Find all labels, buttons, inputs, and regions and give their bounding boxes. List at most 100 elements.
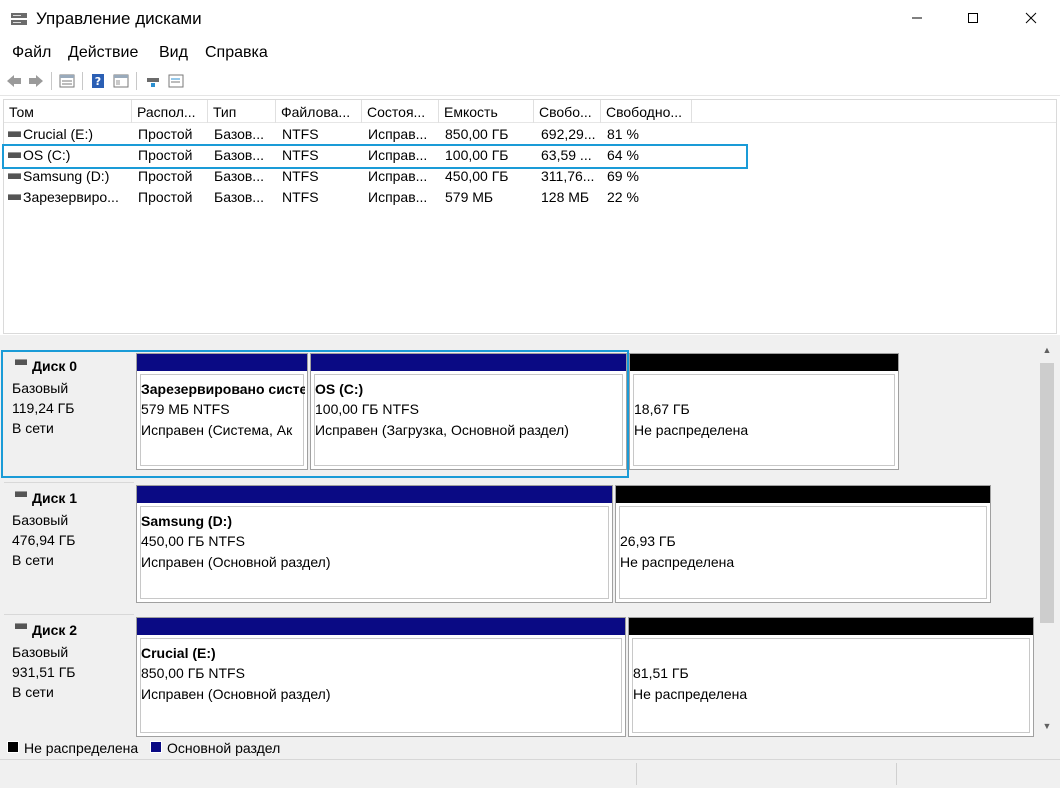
cell-type: Базов... [214,126,264,142]
cell-free-space: 311,76... [541,168,595,184]
partition-status: Не распределена [634,422,749,438]
cell-filesystem: NTFS [282,168,319,184]
disk-name: Диск 1 [32,490,78,506]
scroll-up-icon[interactable]: ▲ [1038,341,1056,359]
legend-swatch-primary [150,741,162,753]
window-title: Управление дисками [36,9,202,28]
disk-1-label[interactable]: Диск 1 Базовый 476,94 ГБ В сети [4,482,134,608]
cell-status: Исправ... [368,126,428,142]
disk-type: Базовый [12,644,69,660]
cell-free-space: 128 МБ [541,189,590,205]
forward-icon[interactable] [27,72,45,90]
table-row[interactable]: Samsung (D:) Простой Базов... NTFS Испра… [4,166,1056,187]
close-button[interactable] [1008,0,1054,36]
scroll-thumb[interactable] [1040,363,1054,623]
connect-icon[interactable] [144,72,162,90]
partition-size: 81,51 ГБ [633,665,689,681]
menu-file[interactable]: Файл [10,44,53,62]
status-bar [0,759,1060,788]
partition-unallocated-disk-0[interactable]: 18,67 ГБ Не распределена [629,353,899,470]
partition-status: Не распределена [633,686,748,702]
column-header-capacity[interactable]: Емкость [439,100,534,123]
disk-type: Базовый [12,512,69,528]
cell-free-percent: 81 % [607,126,639,142]
drive-icon [8,131,21,137]
cell-free-percent: 22 % [607,189,639,205]
cell-free-percent: 69 % [607,168,639,184]
table-row[interactable]: Crucial (E:) Простой Базов... NTFS Испра… [4,124,1056,145]
column-header-type[interactable]: Тип [208,100,276,123]
partition-body [619,506,987,599]
disk-name: Диск 2 [32,622,78,638]
legend-label-primary: Основной раздел [167,740,281,756]
volume-list-header: Том Распол... Тип Файлова... Состоя... Е… [4,100,1056,123]
title-bar: Управление дисками [0,0,1060,38]
partition-unallocated-disk-1[interactable]: 26,93 ГБ Не распределена [615,485,991,603]
legend-swatch-unallocated [7,741,19,753]
drive-icon [8,194,21,200]
cell-volume: Crucial (E:) [23,126,94,142]
cell-filesystem: NTFS [282,189,319,205]
column-header-layout[interactable]: Распол... [132,100,208,123]
partition-title: Samsung (D:) [141,513,232,529]
disk-icon [15,623,27,629]
cell-type: Базов... [214,189,264,205]
partition-crucial-e[interactable]: Crucial (E:) 850,00 ГБ NTFS Исправен (Ос… [136,617,626,737]
partition-title: Crucial (E:) [141,645,216,661]
menu-action[interactable]: Действие [66,44,140,62]
disk-size: 931,51 ГБ [12,664,76,680]
disk-status: В сети [12,684,54,700]
cell-volume: Samsung (D:) [23,168,110,184]
cell-capacity: 450,00 ГБ [445,168,509,184]
partition-status: Не распределена [620,554,735,570]
partition-samsung-d[interactable]: Samsung (D:) 450,00 ГБ NTFS Исправен (Ос… [136,485,613,603]
cell-status: Исправ... [368,189,428,205]
menu-help[interactable]: Справка [203,44,270,62]
cell-filesystem: NTFS [282,126,319,142]
disk-icon [15,491,27,497]
menu-view[interactable]: Вид [157,44,190,62]
partition-status: Исправен (Основной раздел) [141,554,331,570]
partition-bar [630,354,898,371]
svg-text:?: ? [95,75,101,88]
partition-bar [137,486,612,503]
status-divider [636,763,637,785]
partition-size: 450,00 ГБ NTFS [141,533,245,549]
table-row[interactable]: Зарезервиро... Простой Базов... NTFS Исп… [4,187,1056,208]
maximize-button[interactable] [950,0,996,36]
toolbar: ? [0,68,1060,96]
column-header-status[interactable]: Состоя... [362,100,439,123]
legend-label-unallocated: Не распределена [24,740,139,756]
settings-icon[interactable] [167,72,185,90]
partition-unallocated-disk-2[interactable]: 81,51 ГБ Не распределена [628,617,1034,737]
cell-free-space: 692,29... [541,126,596,142]
column-header-free-space[interactable]: Свобо... [534,100,601,123]
toolbar-separator [82,72,83,90]
column-header-filesystem[interactable]: Файлова... [276,100,362,123]
list-view-icon[interactable] [58,72,76,90]
scroll-down-icon[interactable]: ▼ [1038,717,1056,735]
cell-layout: Простой [138,189,193,205]
disk-management-icon [10,10,28,28]
cell-layout: Простой [138,126,193,142]
minimize-button[interactable] [894,0,940,36]
disk-status: В сети [12,552,54,568]
vertical-scrollbar[interactable]: ▲ ▼ [1038,341,1056,737]
partition-body [633,374,895,466]
cell-layout: Простой [138,168,193,184]
cell-status: Исправ... [368,168,428,184]
properties-icon[interactable] [112,72,130,90]
partition-size: 26,93 ГБ [620,533,676,549]
disk-2-label[interactable]: Диск 2 Базовый 931,51 ГБ В сети [4,614,134,737]
disk-size: 476,94 ГБ [12,532,76,548]
partition-size: 18,67 ГБ [634,401,690,417]
minimize-icon [912,17,922,19]
column-header-free-percent[interactable]: Свободно... [601,100,692,123]
cell-volume: Зарезервиро... [23,189,119,205]
cell-capacity: 579 МБ [445,189,494,205]
column-header-volume[interactable]: Том [4,100,132,123]
drive-icon [8,173,21,179]
back-icon[interactable] [5,72,23,90]
volume-list: Том Распол... Тип Файлова... Состоя... Е… [3,99,1057,334]
help-icon[interactable]: ? [89,72,107,90]
